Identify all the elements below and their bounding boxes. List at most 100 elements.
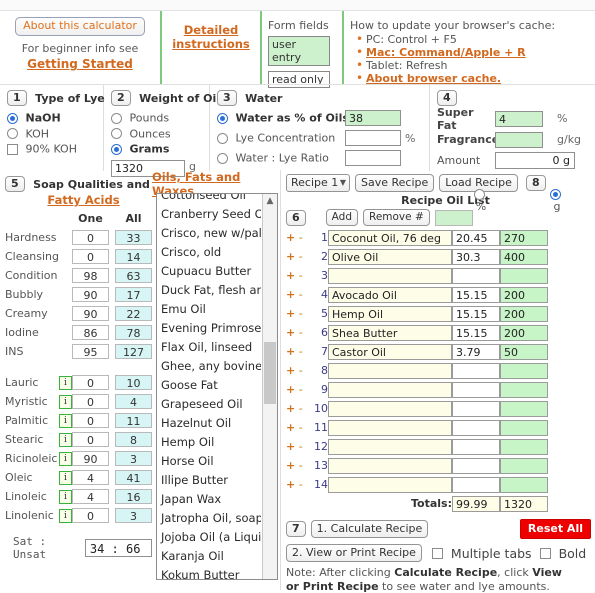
info-icon[interactable]: i	[58, 433, 72, 447]
recipe-pct-input[interactable]	[452, 476, 500, 493]
row-add-remove-controls[interactable]: + -	[286, 266, 312, 285]
recipe-pct-input[interactable]	[452, 362, 500, 379]
plus-icon[interactable]: +	[286, 231, 295, 244]
add-oil-button[interactable]: Add	[325, 209, 358, 226]
recipe-grams-input[interactable]	[500, 438, 548, 455]
info-icon[interactable]: i	[58, 509, 72, 523]
list-item[interactable]: Goose Fat	[157, 376, 261, 395]
minus-icon[interactable]: -	[299, 288, 303, 301]
plus-icon[interactable]: +	[286, 459, 295, 472]
getting-started-link[interactable]: Getting Started	[0, 57, 160, 71]
plus-icon[interactable]: +	[286, 288, 295, 301]
recipe-grams-input[interactable]	[500, 476, 548, 493]
plus-icon[interactable]: +	[286, 269, 295, 282]
row-add-remove-controls[interactable]: + -	[286, 342, 312, 361]
recipe-select[interactable]: Recipe 1 ▼	[286, 174, 350, 192]
minus-icon[interactable]: -	[299, 345, 303, 358]
reset-all-button[interactable]: Reset All	[519, 519, 591, 539]
minus-icon[interactable]: -	[299, 307, 303, 320]
row-add-remove-controls[interactable]: + -	[286, 475, 312, 494]
lye-concentration-input[interactable]	[345, 130, 401, 146]
recipe-grams-input[interactable]: 200	[500, 305, 548, 322]
recipe-oil-input[interactable]	[328, 457, 452, 474]
recipe-pct-input[interactable]: 20.45	[452, 229, 500, 246]
row-add-remove-controls[interactable]: + -	[286, 456, 312, 475]
info-icon[interactable]: i	[58, 395, 72, 409]
recipe-oil-input[interactable]	[328, 419, 452, 436]
row-add-remove-controls[interactable]: + -	[286, 399, 312, 418]
radio-water-pct[interactable]: Water as % of Oils	[217, 110, 349, 126]
recipe-oil-input[interactable]	[328, 381, 452, 398]
recipe-pct-input[interactable]	[452, 400, 500, 417]
fragrance-input[interactable]	[495, 131, 543, 148]
view-or-print-recipe-button[interactable]: 2. View or Print Recipe	[286, 544, 422, 562]
recipe-grams-input[interactable]: 400	[500, 248, 548, 265]
list-item[interactable]: Kokum Butter	[157, 566, 261, 579]
recipe-grams-input[interactable]	[500, 457, 548, 474]
superfat-input[interactable]: 4	[495, 110, 543, 127]
list-item[interactable]: Karanja Oil	[157, 547, 261, 566]
recipe-pct-input[interactable]: 15.15	[452, 305, 500, 322]
radio-water-lye-ratio[interactable]: Water : Lye Ratio	[217, 150, 345, 166]
recipe-pct-input[interactable]	[452, 457, 500, 474]
minus-icon[interactable]: -	[299, 364, 303, 377]
radio-koh[interactable]: KOH	[7, 126, 97, 142]
recipe-pct-input[interactable]: 3.79	[452, 343, 500, 360]
unit-grams-option[interactable]: g	[519, 187, 595, 213]
plus-icon[interactable]: +	[286, 440, 295, 453]
recipe-pct-input[interactable]	[452, 419, 500, 436]
plus-icon[interactable]: +	[286, 364, 295, 377]
recipe-pct-input[interactable]: 30.3	[452, 248, 500, 265]
row-add-remove-controls[interactable]: + -	[286, 323, 312, 342]
radio-grams[interactable]: Grams	[111, 141, 203, 157]
list-item[interactable]: Cottonseed Oil	[157, 194, 261, 205]
row-add-remove-controls[interactable]: + -	[286, 418, 312, 437]
oils-listbox[interactable]: Cottonseed Oil Cranberry Seed Oil Crisco…	[156, 193, 278, 580]
list-item[interactable]: Crisco, old	[157, 243, 261, 262]
multiple-tabs-checkbox[interactable]	[431, 547, 443, 559]
water-pct-input[interactable]: 38	[345, 110, 401, 126]
recipe-pct-input[interactable]	[452, 267, 500, 284]
recipe-grams-input[interactable]	[500, 267, 548, 284]
scrollbar-thumb[interactable]	[264, 342, 276, 404]
list-item[interactable]: Japan Wax	[157, 490, 261, 509]
list-item[interactable]: Emu Oil	[157, 300, 261, 319]
oils-list-scrollbar[interactable]: ▲	[262, 194, 277, 579]
list-item[interactable]: Jojoba Oil (a Liquid Wa	[157, 528, 261, 547]
list-item[interactable]: Duck Fat, flesh and ski	[157, 281, 261, 300]
plus-icon[interactable]: +	[286, 326, 295, 339]
info-icon[interactable]: i	[58, 490, 72, 504]
scroll-up-arrow-icon[interactable]: ▲	[263, 194, 277, 208]
plus-icon[interactable]: +	[286, 307, 295, 320]
recipe-grams-input[interactable]	[500, 381, 548, 398]
row-add-remove-controls[interactable]: + -	[286, 380, 312, 399]
minus-icon[interactable]: -	[299, 478, 303, 491]
recipe-oil-input[interactable]	[328, 438, 452, 455]
list-item[interactable]: Horse Oil	[157, 452, 261, 471]
info-icon[interactable]: i	[58, 452, 72, 466]
minus-icon[interactable]: -	[299, 459, 303, 472]
list-item[interactable]: Cupuacu Butter	[157, 262, 261, 281]
list-item[interactable]: Flax Oil, linseed	[157, 338, 261, 357]
list-item[interactable]: Illipe Butter	[157, 471, 261, 490]
bold-checkbox[interactable]	[539, 547, 551, 559]
minus-icon[interactable]: -	[299, 421, 303, 434]
recipe-oil-input[interactable]: Castor Oil	[328, 343, 452, 360]
plus-icon[interactable]: +	[286, 478, 295, 491]
info-icon[interactable]: i	[58, 414, 72, 428]
calculate-recipe-button[interactable]: 1. Calculate Recipe	[310, 520, 429, 538]
row-add-remove-controls[interactable]: + -	[286, 361, 312, 380]
recipe-grams-input[interactable]	[500, 419, 548, 436]
minus-icon[interactable]: -	[299, 326, 303, 339]
list-item[interactable]: Ghee, any bovine	[157, 357, 261, 376]
recipe-oil-input[interactable]: Shea Butter	[328, 324, 452, 341]
radio-pounds[interactable]: Pounds	[111, 110, 203, 126]
recipe-pct-input[interactable]	[452, 438, 500, 455]
row-add-remove-controls[interactable]: + -	[286, 285, 312, 304]
plus-icon[interactable]: +	[286, 345, 295, 358]
recipe-oil-input[interactable]	[328, 476, 452, 493]
list-item[interactable]: Grapeseed Oil	[157, 395, 261, 414]
recipe-oil-input[interactable]: Avocado Oil	[328, 286, 452, 303]
recipe-grams-input[interactable]: 200	[500, 324, 548, 341]
row-add-remove-controls[interactable]: + -	[286, 247, 312, 266]
